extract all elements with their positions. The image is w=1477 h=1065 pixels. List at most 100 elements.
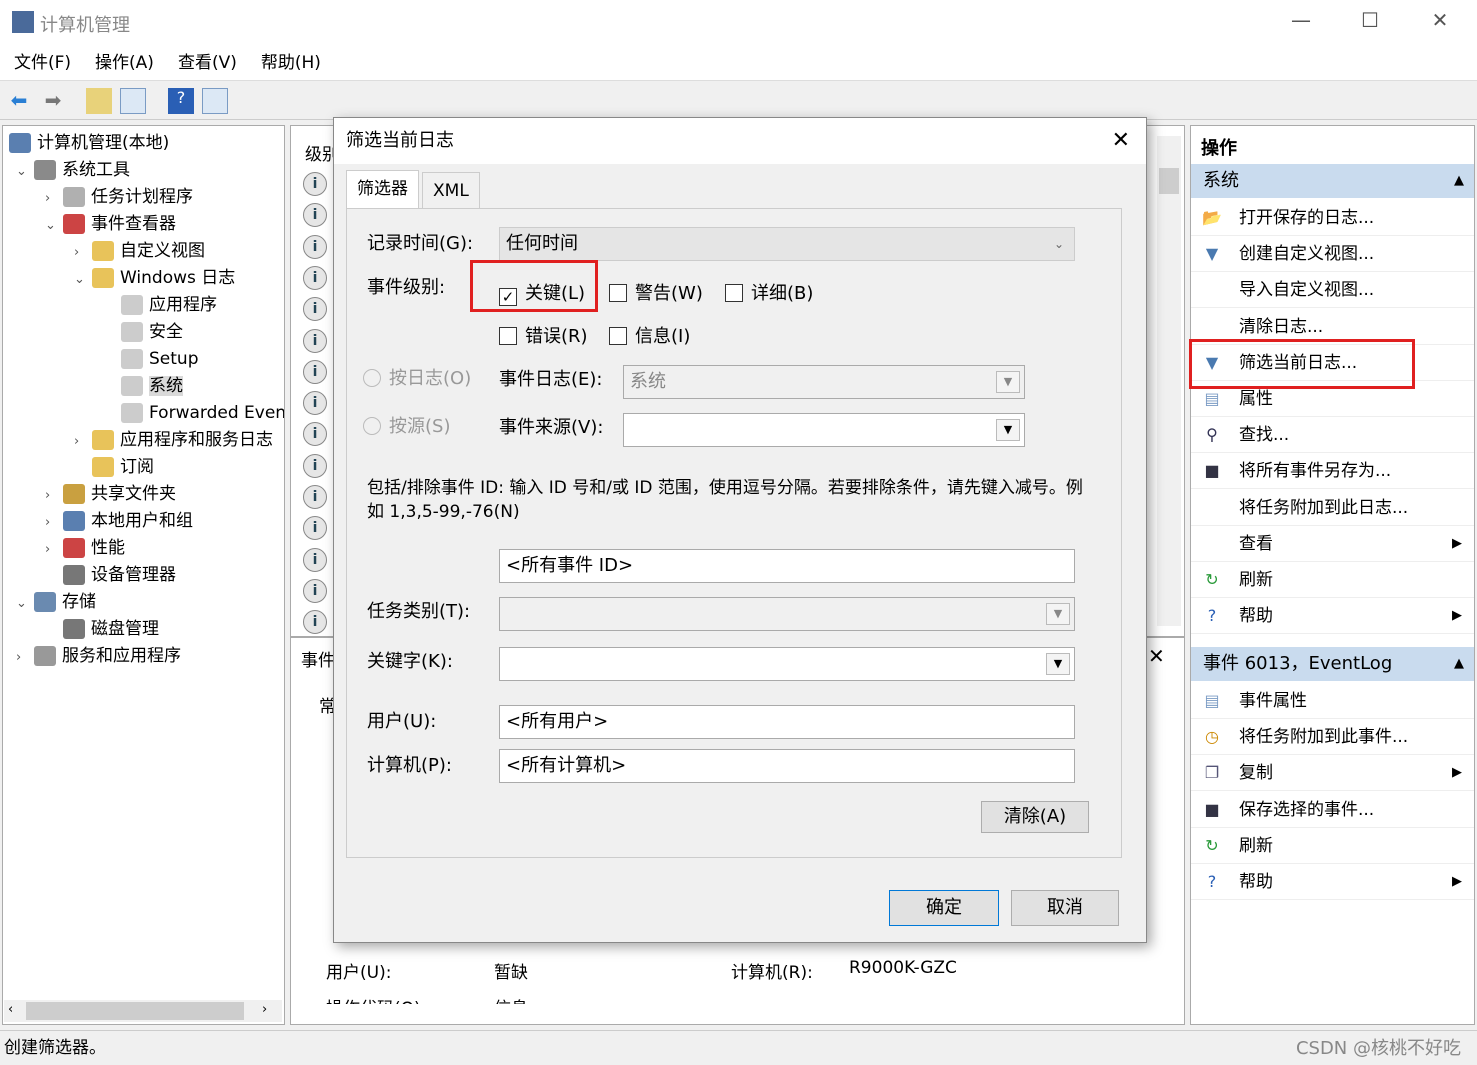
action-item[interactable]: ↻ 刷新 — [1191, 562, 1474, 598]
expand-arrow-icon[interactable]: ⌄ — [16, 158, 34, 185]
checkbox-warning[interactable]: 警告(W) — [609, 279, 703, 305]
information-icon[interactable]: i — [303, 485, 327, 509]
information-icon[interactable]: i — [303, 234, 327, 259]
information-icon[interactable]: i — [303, 547, 327, 572]
expand-arrow-icon[interactable]: › — [45, 482, 63, 509]
information-icon[interactable]: i — [303, 172, 327, 196]
action-item[interactable]: ■ 保存选择的事件... — [1191, 792, 1474, 828]
menu-help[interactable]: 帮助(H) — [261, 53, 321, 73]
close-button[interactable]: ✕ — [1420, 8, 1460, 38]
event-log-select[interactable]: 系统 ▼ — [623, 365, 1025, 399]
tab-xml[interactable]: XML — [422, 172, 480, 208]
help-icon[interactable]: ? — [168, 88, 194, 114]
action-item[interactable]: ❐ 复制 ▶ — [1191, 755, 1474, 792]
checkbox-error[interactable]: 错误(R) — [499, 322, 588, 348]
information-icon[interactable]: i — [303, 359, 327, 384]
tree-item[interactable]: 订阅 — [74, 454, 154, 481]
tree-item[interactable]: 计算机管理(本地) — [5, 130, 169, 157]
action-item[interactable]: ▤ 事件属性 — [1191, 683, 1474, 719]
computer-input[interactable]: <所有计算机> — [499, 749, 1075, 783]
forward-icon[interactable]: ➡ — [40, 88, 66, 114]
expand-arrow-icon[interactable]: › — [45, 185, 63, 212]
minimize-button[interactable]: — — [1281, 8, 1321, 38]
tree-item[interactable]: 安全 — [103, 319, 183, 346]
back-icon[interactable]: ⬅ — [6, 88, 32, 114]
show-tree-icon[interactable] — [120, 88, 146, 114]
action-item[interactable]: 导入自定义视图... — [1191, 272, 1474, 309]
expand-arrow-icon[interactable]: › — [16, 644, 34, 671]
tree-item[interactable]: 应用程序 — [103, 292, 217, 319]
scroll-thumb[interactable] — [26, 1002, 244, 1020]
section-system[interactable]: 系统 ▲ — [1191, 164, 1474, 198]
close-detail-icon[interactable]: ✕ — [1148, 644, 1165, 668]
expand-arrow-icon[interactable]: ⌄ — [45, 212, 63, 239]
menu-action[interactable]: 操作(A) — [95, 53, 154, 73]
ok-button[interactable]: 确定 — [889, 890, 999, 926]
menu-view[interactable]: 查看(V) — [178, 53, 237, 73]
dialog-close-button[interactable]: ✕ — [1112, 118, 1130, 164]
tree-item[interactable]: Forwarded Even — [103, 400, 284, 427]
expand-arrow-icon[interactable]: › — [45, 536, 63, 563]
action-item[interactable]: ◷ 将任务附加到此事件... — [1191, 719, 1474, 756]
action-item[interactable]: 查看 ▶ — [1191, 526, 1474, 562]
tree-horizontal-scrollbar[interactable]: ‹ › — [4, 1000, 282, 1022]
show-action-pane-icon[interactable] — [202, 88, 228, 114]
information-icon[interactable]: i — [303, 453, 327, 478]
clear-button[interactable]: 清除(A) — [981, 801, 1089, 833]
tree-item[interactable]: ⌄ 事件查看器 — [45, 211, 176, 238]
action-item[interactable]: ⚲ 查找... — [1191, 417, 1474, 454]
tree-item[interactable]: › 共享文件夹 — [45, 481, 176, 508]
expand-arrow-icon[interactable]: › — [74, 428, 92, 455]
action-item[interactable]: ↻ 刷新 — [1191, 828, 1474, 864]
information-icon[interactable]: i — [303, 516, 327, 541]
up-folder-icon[interactable] — [86, 88, 112, 114]
tree-item[interactable]: 磁盘管理 — [45, 616, 159, 643]
cancel-button[interactable]: 取消 — [1011, 890, 1119, 926]
logged-select[interactable]: 任何时间 ⌄ — [499, 227, 1075, 261]
task-category-select[interactable]: ▼ — [499, 597, 1075, 631]
radio-by-source[interactable]: 按源(S) — [363, 412, 450, 438]
action-item[interactable]: 📂 打开保存的日志... — [1191, 200, 1474, 236]
expand-arrow-icon[interactable]: › — [74, 239, 92, 266]
action-item[interactable]: ▼ 创建自定义视图... — [1191, 236, 1474, 273]
tree-item[interactable]: Setup — [103, 346, 198, 373]
expand-arrow-icon[interactable]: ⌄ — [74, 266, 92, 293]
information-icon[interactable]: i — [303, 265, 327, 290]
tree-item[interactable]: ⌄ 存储 — [16, 589, 96, 616]
information-icon[interactable]: i — [303, 297, 327, 322]
action-item[interactable]: 将任务附加到此日志... — [1191, 490, 1474, 526]
tree-item[interactable]: › 自定义视图 — [74, 238, 205, 265]
event-id-input[interactable]: <所有事件 ID> — [499, 549, 1075, 583]
section-event[interactable]: 事件 6013，EventLog ▲ — [1191, 647, 1474, 681]
tree-item[interactable]: 设备管理器 — [45, 562, 176, 589]
information-icon[interactable]: i — [303, 578, 327, 603]
radio-by-log[interactable]: 按日志(O) — [363, 364, 471, 390]
tree-item[interactable]: › 本地用户和组 — [45, 508, 193, 535]
tab-filter[interactable]: 筛选器 — [346, 170, 419, 208]
tree-item[interactable]: ⌄ Windows 日志 — [74, 265, 235, 292]
checkbox-information[interactable]: 信息(I) — [609, 322, 690, 348]
tree-item[interactable]: › 性能 — [45, 535, 125, 562]
expand-arrow-icon[interactable]: › — [45, 509, 63, 536]
maximize-button[interactable]: ☐ — [1350, 8, 1390, 38]
tree-item[interactable]: 系统 — [103, 373, 183, 400]
tree-item[interactable]: ⌄ 系统工具 — [16, 157, 130, 184]
event-list-scrollbar[interactable] — [1157, 136, 1181, 626]
checkbox-verbose[interactable]: 详细(B) — [725, 279, 813, 305]
information-icon[interactable]: i — [303, 422, 327, 447]
information-icon[interactable]: i — [303, 610, 327, 635]
expand-arrow-icon[interactable]: ⌄ — [16, 590, 34, 617]
action-item[interactable]: ? 帮助 ▶ — [1191, 864, 1474, 900]
menu-file[interactable]: 文件(F) — [14, 53, 71, 73]
tree-item[interactable]: › 任务计划程序 — [45, 184, 193, 211]
information-icon[interactable]: i — [303, 328, 327, 353]
user-input[interactable]: <所有用户> — [499, 705, 1075, 739]
action-item[interactable]: ? 帮助 ▶ — [1191, 598, 1474, 635]
keywords-select[interactable]: ▼ — [499, 647, 1075, 681]
tree-item[interactable]: › 应用程序和服务日志 — [74, 427, 273, 454]
action-item[interactable]: ■ 将所有事件另存为... — [1191, 453, 1474, 490]
information-icon[interactable]: i — [303, 391, 327, 416]
tree-item[interactable]: › 服务和应用程序 — [16, 643, 181, 670]
event-source-select[interactable]: ▼ — [623, 413, 1025, 447]
information-icon[interactable]: i — [303, 203, 327, 228]
